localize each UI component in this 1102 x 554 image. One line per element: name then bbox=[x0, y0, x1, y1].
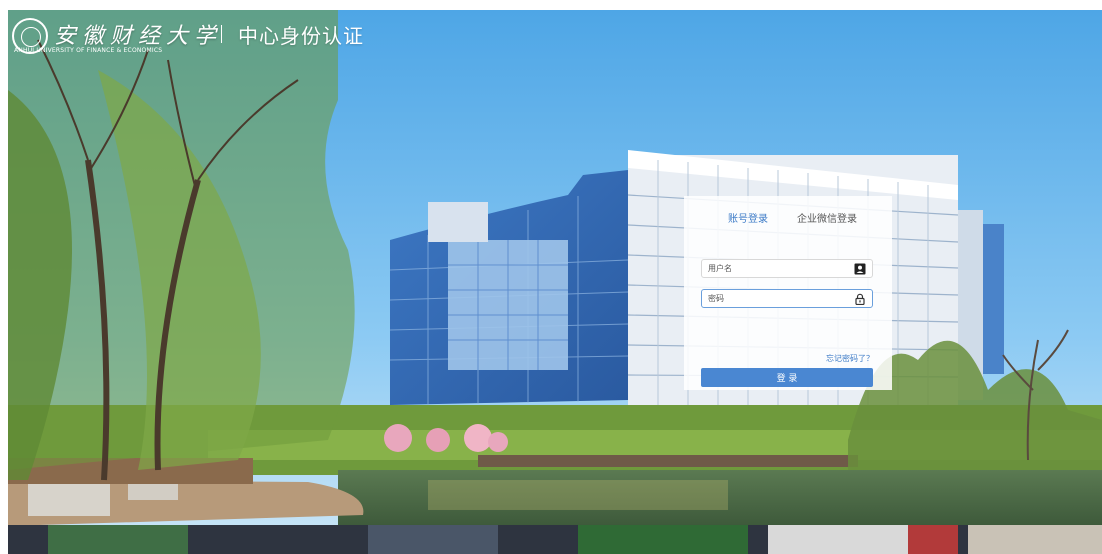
university-name-calligraphy: 安徽财经大学 bbox=[54, 24, 223, 49]
site-header: 安徽财经大学 ANHUI UNIVERSITY OF FINANCE & ECO… bbox=[8, 10, 608, 58]
login-tabs: 账号登录 企业微信登录 bbox=[684, 210, 892, 232]
page-title: 中心身份认证 bbox=[238, 24, 364, 48]
id-card-icon bbox=[854, 263, 866, 275]
login-button[interactable]: 登 录 bbox=[701, 368, 873, 387]
password-input[interactable] bbox=[708, 290, 848, 307]
university-logo[interactable]: 安徽财经大学 ANHUI UNIVERSITY OF FINANCE & ECO… bbox=[12, 16, 216, 60]
university-name-english: ANHUI UNIVERSITY OF FINANCE & ECONOMICS bbox=[14, 47, 163, 54]
page-frame: 安徽财经大学 ANHUI UNIVERSITY OF FINANCE & ECO… bbox=[8, 10, 1102, 554]
login-panel: 账号登录 企业微信登录 忘记密码了？ 登 录 bbox=[684, 196, 892, 390]
username-field[interactable] bbox=[701, 259, 873, 278]
campus-background-image bbox=[8, 10, 1102, 554]
header-divider bbox=[221, 25, 222, 43]
lock-icon bbox=[855, 293, 865, 305]
tab-account-login[interactable]: 账号登录 bbox=[728, 210, 768, 229]
forgot-password-link[interactable]: 忘记密码了？ bbox=[826, 353, 874, 364]
username-input[interactable] bbox=[708, 260, 848, 277]
password-field[interactable] bbox=[701, 289, 873, 308]
tab-wecom-login[interactable]: 企业微信登录 bbox=[797, 210, 857, 229]
